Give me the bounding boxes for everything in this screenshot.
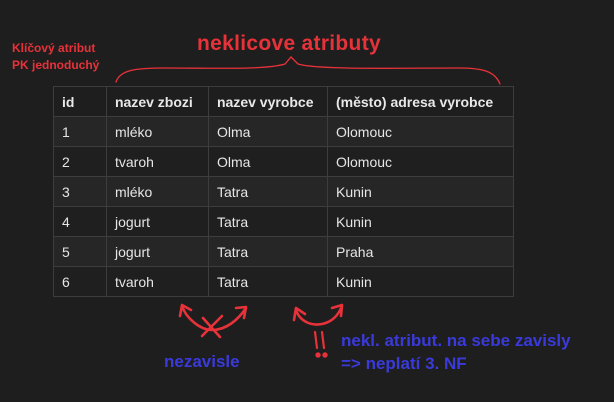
- cell-adresa-vyrobce: Praha: [327, 236, 514, 267]
- canvas: Klíčový atribut PK jednoduchý neklicove …: [0, 0, 614, 402]
- column-header-nazev-vyrobce: nazev vyrobce: [208, 86, 328, 117]
- cell-id: 3: [53, 176, 107, 207]
- dependency-note-line-2: => neplatí 3. NF: [341, 354, 467, 373]
- double-arrow-drawing: [292, 303, 344, 326]
- table-row: 1 mléko Olma Olomouc: [53, 116, 514, 147]
- pk-note-line-2: PK jednoduchý: [12, 58, 100, 72]
- cell-id: 4: [53, 206, 107, 237]
- cell-nazev-zbozi: mléko: [106, 176, 209, 207]
- crossed-arrow-drawing: [178, 303, 248, 339]
- cell-id: 2: [53, 146, 107, 177]
- cell-nazev-vyrobce: Tatra: [208, 176, 328, 207]
- dependency-note: nekl. atribut. na sebe zavisly => neplat…: [341, 329, 571, 375]
- cell-nazev-vyrobce: Tatra: [208, 206, 328, 237]
- cell-id: 6: [53, 266, 107, 297]
- pk-note-line-1: Klíčový atribut: [12, 41, 96, 55]
- table-row: 4 jogurt Tatra Kunin: [53, 206, 514, 237]
- column-header-nazev-zbozi: nazev zbozi: [106, 86, 209, 117]
- curly-brace-drawing: [115, 56, 501, 85]
- cell-adresa-vyrobce: Olomouc: [327, 146, 514, 177]
- dependency-note-line-1: nekl. atribut. na sebe zavisly: [341, 331, 571, 350]
- cell-nazev-zbozi: jogurt: [106, 206, 209, 237]
- cell-adresa-vyrobce: Kunin: [327, 206, 514, 237]
- cell-adresa-vyrobce: Kunin: [327, 266, 514, 297]
- table-header-row: id nazev zbozi nazev vyrobce (město) adr…: [53, 86, 514, 117]
- cell-id: 1: [53, 116, 107, 147]
- cell-nazev-zbozi: jogurt: [106, 236, 209, 267]
- cell-nazev-vyrobce: Tatra: [208, 236, 328, 267]
- nonkey-attributes-title: neklicove atributy: [197, 32, 381, 55]
- cell-nazev-vyrobce: Tatra: [208, 266, 328, 297]
- cell-adresa-vyrobce: Kunin: [327, 176, 514, 207]
- products-table: id nazev zbozi nazev vyrobce (město) adr…: [53, 86, 514, 297]
- exclamation-marks-drawing: [313, 330, 328, 358]
- primary-key-note: Klíčový atribut PK jednoduchý: [12, 40, 99, 74]
- table-row: 5 jogurt Tatra Praha: [53, 236, 514, 267]
- cell-nazev-vyrobce: Olma: [208, 146, 328, 177]
- cell-id: 5: [53, 236, 107, 267]
- table-row: 2 tvaroh Olma Olomouc: [53, 146, 514, 177]
- column-header-adresa-vyrobce: (město) adresa vyrobce: [327, 86, 514, 117]
- column-header-id: id: [53, 86, 107, 117]
- independent-label: nezavisle: [164, 352, 240, 371]
- cell-adresa-vyrobce: Olomouc: [327, 116, 514, 147]
- cell-nazev-zbozi: mléko: [106, 116, 209, 147]
- cell-nazev-zbozi: tvaroh: [106, 146, 209, 177]
- table-row: 6 tvaroh Tatra Kunin: [53, 266, 514, 297]
- cell-nazev-zbozi: tvaroh: [106, 266, 209, 297]
- table-row: 3 mléko Tatra Kunin: [53, 176, 514, 207]
- cell-nazev-vyrobce: Olma: [208, 116, 328, 147]
